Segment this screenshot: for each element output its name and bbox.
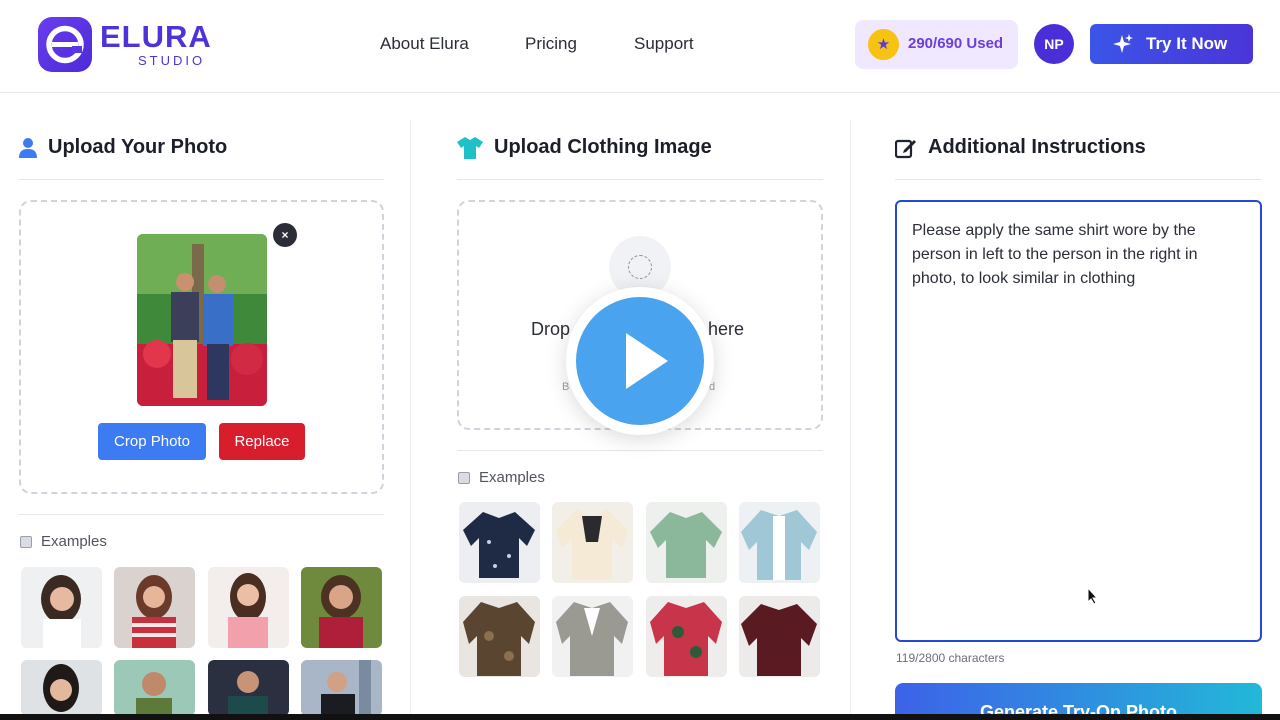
example-photo-thumb[interactable] (208, 567, 289, 648)
credits-text: 290/690 Used (908, 35, 1004, 52)
section-divider (895, 179, 1262, 180)
top-header: ELURA STUDIO About Elura Pricing Support… (0, 0, 1280, 93)
video-play-button[interactable] (566, 287, 714, 435)
photo-examples-label: Examples (41, 533, 107, 550)
remove-photo-button[interactable]: × (273, 223, 297, 247)
example-photo-thumb[interactable] (208, 660, 289, 716)
elura-logo[interactable]: ELURA STUDIO (38, 17, 218, 73)
example-clothing-thumb[interactable] (459, 502, 540, 583)
sparkle-icon (1113, 34, 1133, 53)
star-icon: ★ (868, 29, 899, 60)
section-divider (19, 514, 384, 515)
upload-clothing-title: Upload Clothing Image (494, 136, 712, 158)
character-count: 119/2800 characters (896, 651, 1005, 665)
section-divider (457, 179, 823, 180)
drop-text-right: here (708, 319, 745, 339)
example-photo-thumb[interactable] (21, 567, 102, 648)
example-clothing-thumb[interactable] (646, 502, 727, 583)
replace-photo-button[interactable]: Replace (219, 423, 305, 460)
example-photo-thumb[interactable] (114, 567, 195, 648)
examples-icon (20, 536, 32, 548)
user-avatar[interactable]: NP (1034, 24, 1074, 64)
nav-support[interactable]: Support (634, 34, 694, 54)
mouse-cursor-icon (1087, 587, 1099, 605)
drop-text-left: Drop (531, 319, 571, 339)
upload-photo-title: Upload Your Photo (48, 136, 228, 158)
uploaded-photo (137, 234, 267, 406)
section-divider (457, 450, 823, 451)
credits-badge[interactable]: ★ 290/690 Used (855, 20, 1018, 69)
example-clothing-thumb[interactable] (459, 596, 540, 677)
example-clothing-thumb[interactable] (739, 596, 820, 677)
example-photo-thumb[interactable] (21, 660, 102, 716)
bottom-bar (0, 714, 1280, 720)
drop-subtext-left: B (562, 381, 570, 393)
brand-subtitle: STUDIO (138, 53, 206, 68)
play-icon (626, 333, 668, 389)
example-clothing-thumb[interactable] (739, 502, 820, 583)
try-it-now-button[interactable]: Try It Now (1090, 24, 1253, 64)
column-divider (850, 120, 851, 720)
example-clothing-thumb[interactable] (552, 502, 633, 583)
column-divider (410, 120, 411, 720)
tshirt-icon (457, 137, 483, 159)
example-photo-thumb[interactable] (301, 660, 382, 716)
logo-mark-icon (38, 17, 92, 72)
nav-about[interactable]: About Elura (380, 34, 469, 54)
clothing-examples-label: Examples (479, 469, 545, 486)
examples-icon (458, 472, 470, 484)
example-clothing-thumb[interactable] (552, 596, 633, 677)
user-icon (19, 138, 37, 158)
edit-icon (895, 139, 916, 159)
instructions-title: Additional Instructions (928, 136, 1146, 158)
app-root: ELURA STUDIO About Elura Pricing Support… (0, 0, 1280, 720)
brand-name: ELURA (100, 19, 212, 54)
example-clothing-thumb[interactable] (646, 596, 727, 677)
instructions-textarea[interactable]: Please apply the same shirt wore by the … (895, 200, 1262, 642)
try-it-now-label: Try It Now (1146, 34, 1228, 53)
crop-photo-button[interactable]: Crop Photo (98, 423, 206, 460)
example-photo-thumb[interactable] (114, 660, 195, 716)
section-divider (19, 179, 384, 180)
example-photo-thumb[interactable] (301, 567, 382, 648)
nav-pricing[interactable]: Pricing (525, 34, 577, 54)
